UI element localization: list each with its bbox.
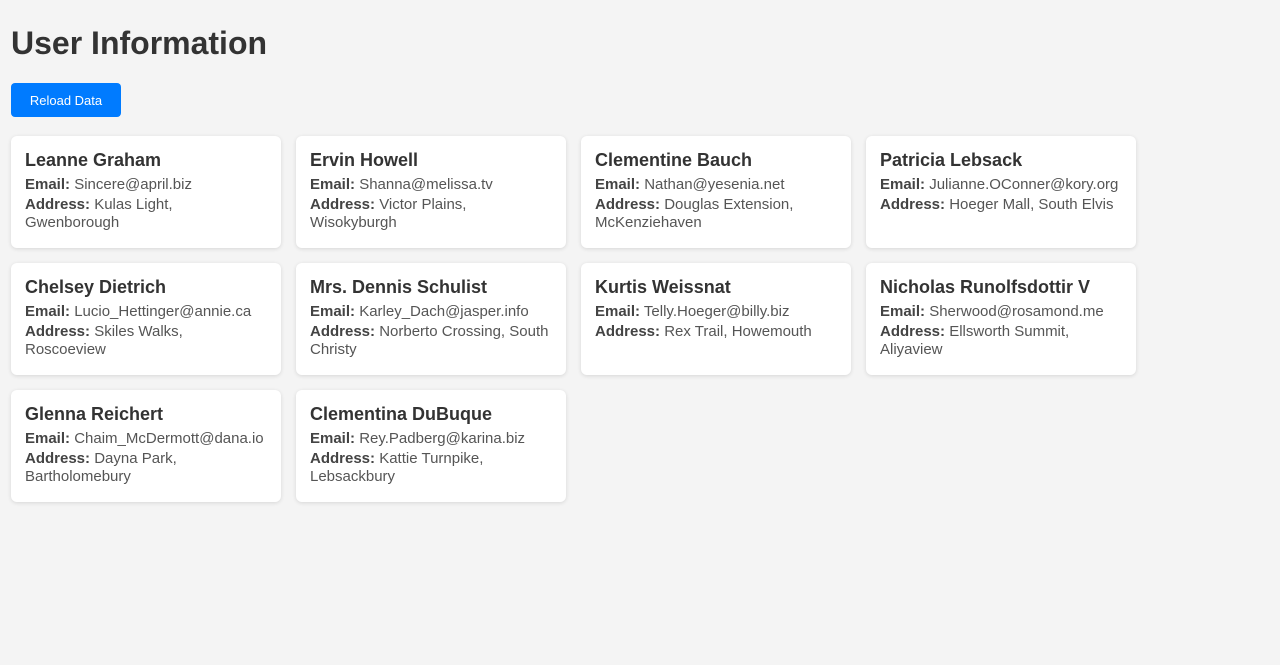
user-name: Chelsey Dietrich: [25, 277, 167, 297]
user-card: Kurtis Weissnat Email: Telly.Hoeger@bill…: [581, 263, 851, 375]
email-label: Email:: [880, 303, 926, 320]
user-email: Email: Karley_Dach@jasper.info: [310, 303, 552, 321]
user-address: Address: Dayna Park, Bartholomebury: [25, 450, 267, 486]
user-address: Address: Rex Trail, Howemouth: [595, 323, 837, 341]
email-value: Sincere@april.biz: [74, 176, 192, 193]
email-label: Email:: [25, 176, 71, 193]
email-value: Julianne.OConner@kory.org: [929, 176, 1119, 193]
user-card-grid: Leanne Graham Email: Sincere@april.biz A…: [11, 136, 1136, 502]
user-name: Kurtis Weissnat: [595, 277, 731, 297]
email-value: Shanna@melissa.tv: [359, 176, 493, 193]
email-label: Email:: [310, 430, 356, 447]
user-card: Patricia Lebsack Email: Julianne.OConner…: [866, 136, 1136, 248]
user-address: Address: Douglas Extension, McKenziehave…: [595, 196, 837, 232]
email-value: Telly.Hoeger@billy.biz: [643, 303, 790, 320]
email-value: Karley_Dach@jasper.info: [359, 303, 529, 320]
user-card: Ervin Howell Email: Shanna@melissa.tv Ad…: [296, 136, 566, 248]
user-email: Email: Rey.Padberg@karina.biz: [310, 430, 552, 448]
address-label: Address:: [880, 323, 946, 340]
email-label: Email:: [25, 430, 71, 447]
user-address: Address: Norberto Crossing, South Christ…: [310, 323, 552, 359]
address-label: Address:: [310, 450, 376, 467]
address-value: Rex Trail, Howemouth: [664, 323, 812, 340]
user-card: Mrs. Dennis Schulist Email: Karley_Dach@…: [296, 263, 566, 375]
user-email: Email: Sincere@april.biz: [25, 176, 267, 194]
user-email: Email: Lucio_Hettinger@annie.ca: [25, 303, 267, 321]
user-card: Clementine Bauch Email: Nathan@yesenia.n…: [581, 136, 851, 248]
address-label: Address:: [310, 323, 376, 340]
user-address: Address: Victor Plains, Wisokyburgh: [310, 196, 552, 232]
page-title: User Information: [11, 25, 268, 61]
email-label: Email:: [25, 303, 71, 320]
user-address: Address: Kattie Turnpike, Lebsackbury: [310, 450, 552, 486]
user-name: Clementina DuBuque: [310, 404, 493, 424]
address-label: Address:: [595, 323, 661, 340]
address-label: Address:: [595, 196, 661, 213]
email-label: Email:: [310, 303, 356, 320]
user-email: Email: Nathan@yesenia.net: [595, 176, 837, 194]
user-email: Email: Shanna@melissa.tv: [310, 176, 552, 194]
email-value: Rey.Padberg@karina.biz: [359, 430, 526, 447]
user-name: Patricia Lebsack: [880, 150, 1023, 170]
user-email: Email: Julianne.OConner@kory.org: [880, 176, 1122, 194]
user-address: Address: Hoeger Mall, South Elvis: [880, 196, 1122, 214]
email-label: Email:: [880, 176, 926, 193]
user-name: Ervin Howell: [310, 150, 419, 170]
address-label: Address:: [880, 196, 946, 213]
address-label: Address:: [25, 196, 91, 213]
email-value: Nathan@yesenia.net: [644, 176, 785, 193]
email-value: Chaim_McDermott@dana.io: [74, 430, 264, 447]
user-address: Address: Skiles Walks, Roscoeview: [25, 323, 267, 359]
address-label: Address:: [25, 323, 91, 340]
user-email: Email: Telly.Hoeger@billy.biz: [595, 303, 837, 321]
user-name: Clementine Bauch: [595, 150, 753, 170]
user-email: Email: Sherwood@rosamond.me: [880, 303, 1122, 321]
user-address: Address: Kulas Light, Gwenborough: [25, 196, 267, 232]
address-label: Address:: [310, 196, 376, 213]
email-value: Lucio_Hettinger@annie.ca: [74, 303, 252, 320]
user-card: Leanne Graham Email: Sincere@april.biz A…: [11, 136, 281, 248]
user-name: Glenna Reichert: [25, 404, 164, 424]
user-card: Clementina DuBuque Email: Rey.Padberg@ka…: [296, 390, 566, 502]
email-label: Email:: [310, 176, 356, 193]
address-value: Hoeger Mall, South Elvis: [949, 196, 1114, 213]
user-card: Glenna Reichert Email: Chaim_McDermott@d…: [11, 390, 281, 502]
user-name: Nicholas Runolfsdottir V: [880, 277, 1091, 297]
user-card: Nicholas Runolfsdottir V Email: Sherwood…: [866, 263, 1136, 375]
user-name: Leanne Graham: [25, 150, 162, 170]
user-email: Email: Chaim_McDermott@dana.io: [25, 430, 267, 448]
user-name: Mrs. Dennis Schulist: [310, 277, 488, 297]
user-card: Chelsey Dietrich Email: Lucio_Hettinger@…: [11, 263, 281, 375]
email-label: Email:: [595, 176, 641, 193]
reload-data-button[interactable]: Reload Data: [11, 83, 121, 117]
email-label: Email:: [595, 303, 641, 320]
user-address: Address: Ellsworth Summit, Aliyaview: [880, 323, 1122, 359]
address-label: Address:: [25, 450, 91, 467]
email-value: Sherwood@rosamond.me: [929, 303, 1104, 320]
